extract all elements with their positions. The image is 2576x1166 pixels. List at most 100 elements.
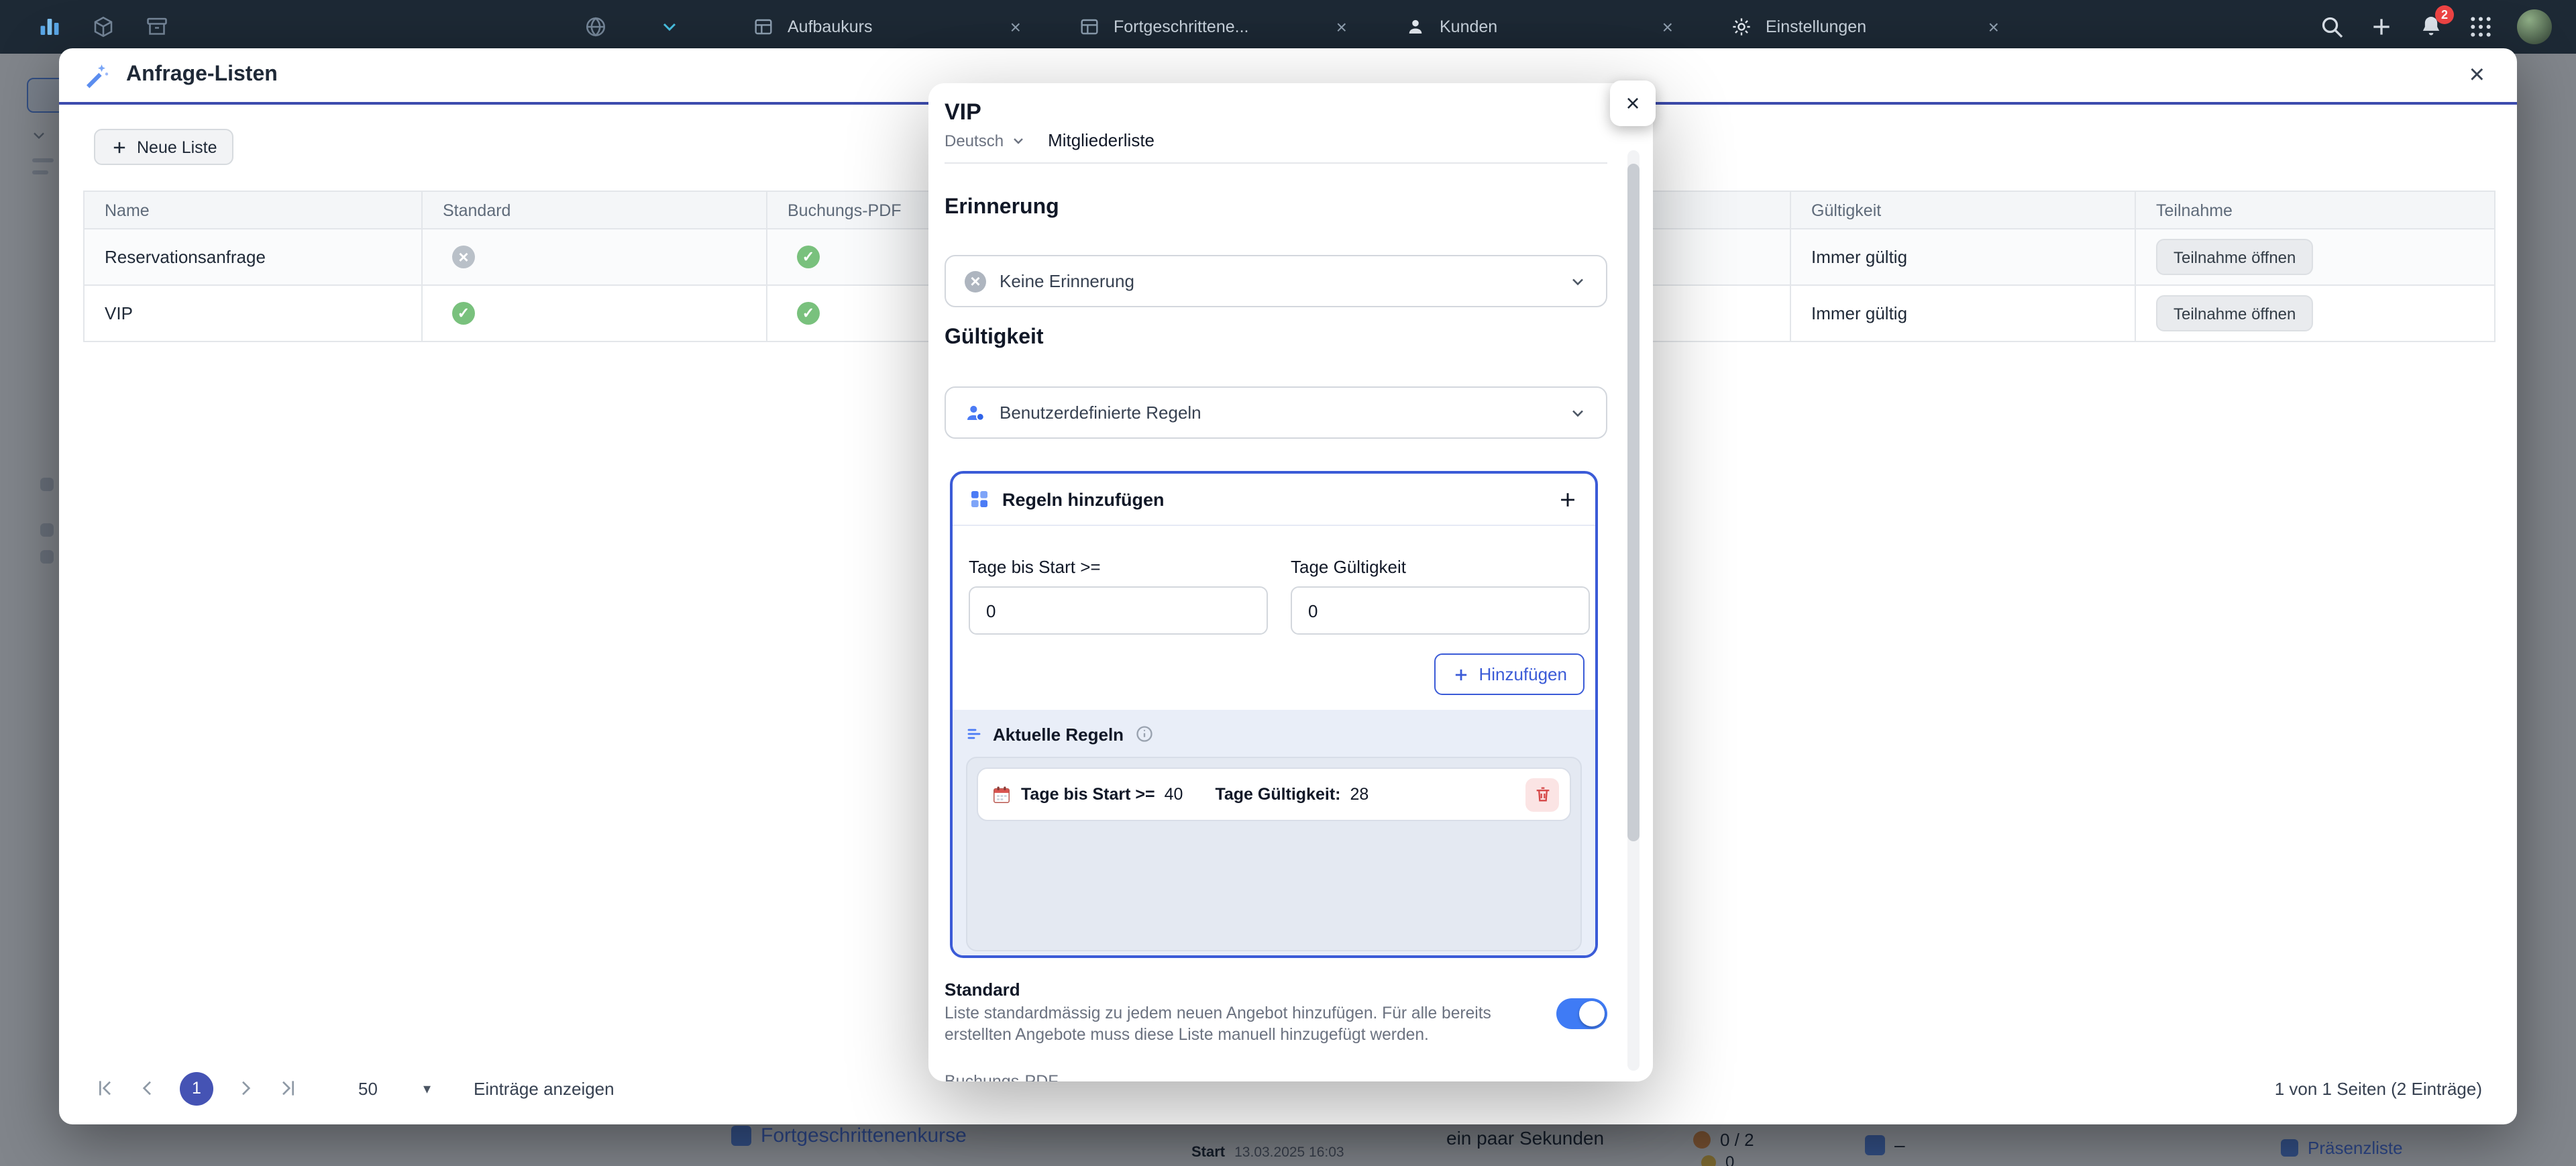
list-icon (966, 726, 982, 742)
user-rules-icon (965, 402, 986, 423)
gear-icon (1731, 16, 1752, 38)
rules-panel-header[interactable]: Regeln hinzufügen (953, 474, 1595, 526)
page-size-value: 50 (358, 1078, 378, 1098)
reminder-select[interactable]: Keine Erinnerung (945, 255, 1607, 307)
column-header-standard: Standard (423, 192, 767, 228)
vip-detail-modal: VIP Deutsch Mitgliederliste Erinnerung K… (928, 83, 1653, 1081)
column-header-name: Name (85, 192, 423, 228)
validity-value: Benutzerdefinierte Regeln (1000, 403, 1201, 423)
language-select[interactable]: Deutsch (945, 131, 1026, 150)
list-name-input[interactable]: Mitgliederliste (1048, 130, 1155, 150)
chevron-down-icon (1010, 132, 1026, 148)
tab-fortgeschrittene[interactable]: Fortgeschrittene... × (1065, 0, 1360, 54)
close-icon[interactable]: × (1336, 17, 1347, 36)
magic-wand-icon (83, 62, 110, 89)
topbar-right-icons: 2 (2318, 0, 2576, 54)
current-rules-title: Aktuelle Regeln (993, 724, 1124, 744)
tab-label: Kunden (1440, 17, 1649, 36)
delete-rule-button[interactable] (1525, 778, 1559, 811)
next-page-button[interactable] (235, 1077, 256, 1099)
status-icon (452, 246, 475, 268)
close-icon[interactable]: × (1988, 17, 1999, 36)
caret-down-icon: ▾ (423, 1079, 431, 1097)
reminder-heading: Erinnerung (945, 196, 1059, 220)
days-validity-label: Tage Gültigkeit (1291, 557, 1406, 577)
scrollbar-thumb[interactable] (1627, 164, 1640, 841)
close-icon[interactable]: × (1010, 17, 1021, 36)
tab-label: Einstellungen (1766, 17, 1975, 36)
status-icon (452, 302, 475, 325)
archive-icon[interactable] (145, 15, 169, 39)
days-until-start-label: Tage bis Start >= (969, 557, 1101, 577)
user-avatar[interactable] (2517, 9, 2552, 44)
validity-select[interactable]: Benutzerdefinierte Regeln (945, 386, 1607, 439)
bell-icon[interactable]: 2 (2418, 13, 2445, 40)
close-button[interactable]: × (2461, 60, 2493, 90)
table-icon (1079, 16, 1100, 38)
close-icon[interactable]: × (1662, 17, 1673, 36)
rule-value: 28 (1350, 785, 1369, 804)
reminder-value: Keine Erinnerung (1000, 271, 1134, 291)
standard-section: Standard Liste standardmässig zu jedem n… (945, 979, 1607, 1047)
status-icon (797, 302, 820, 325)
column-header-gueltigkeit: Gültigkeit (1791, 192, 2136, 228)
current-page-indicator[interactable]: 1 (180, 1071, 213, 1105)
column-header-teilnahme: Teilnahme (2136, 192, 2494, 228)
add-rule-button[interactable]: Hinzufügen (1434, 653, 1585, 695)
days-validity-input[interactable] (1291, 586, 1590, 635)
close-detail-button[interactable]: × (1610, 81, 1656, 126)
topbar-mid-icons (584, 0, 680, 54)
notification-badge: 2 (2435, 5, 2454, 24)
info-icon[interactable] (1134, 725, 1153, 743)
chevron-down-icon (1568, 272, 1587, 290)
tab-aufbaukurs[interactable]: Aufbaukurs × (739, 0, 1034, 54)
open-participation-button[interactable]: Teilnahme öffnen (2156, 239, 2313, 275)
days-until-start-input[interactable] (969, 586, 1268, 635)
page-size-select[interactable]: 50 ▾ (358, 1078, 431, 1098)
rules-panel-title: Regeln hinzufügen (1002, 489, 1165, 509)
rule-item: Tage bis Start >= 40 Tage Gültigkeit: 28 (977, 767, 1571, 821)
validity-value: Immer gültig (1791, 228, 2136, 284)
last-page-button[interactable] (278, 1077, 299, 1099)
tab-label: Aufbaukurs (788, 17, 997, 36)
screen: Aufbaukurs × Fortgeschrittene... × Kunde… (0, 0, 2576, 1166)
standard-toggle[interactable] (1556, 998, 1607, 1029)
entries-label: Einträge anzeigen (474, 1078, 614, 1098)
rule-value: 40 (1165, 785, 1183, 804)
current-rules-section: Aktuelle Regeln Tage bis Start >= 40 Tag… (953, 710, 1595, 955)
tab-bar: Aufbaukurs × Fortgeschrittene... × Kunde… (739, 0, 2043, 54)
tab-kunden[interactable]: Kunden × (1391, 0, 1686, 54)
users-icon (1405, 16, 1426, 38)
custom-rules-panel: Regeln hinzufügen Tage bis Start >= Tage… (950, 471, 1598, 958)
expand-rules-button[interactable] (1556, 488, 1579, 511)
list-name-row: Deutsch Mitgliederliste (945, 121, 1607, 164)
previous-page-button[interactable] (137, 1077, 158, 1099)
page-title: Anfrage-Listen (126, 63, 278, 87)
new-list-button[interactable]: Neue Liste (94, 129, 233, 165)
no-reminder-icon (965, 270, 986, 292)
language-value: Deutsch (945, 131, 1004, 150)
plus-icon[interactable] (2368, 13, 2395, 40)
rules-icon (969, 488, 990, 510)
globe-icon[interactable] (584, 15, 608, 39)
topbar-left-icons (38, 0, 169, 54)
tab-einstellungen[interactable]: Einstellungen × (1717, 0, 2012, 54)
chevron-down-icon[interactable] (659, 16, 680, 38)
app-logo-icon[interactable] (38, 15, 62, 39)
plus-icon (110, 138, 129, 156)
plus-icon (1452, 665, 1470, 684)
box-icon[interactable] (91, 15, 115, 39)
first-page-button[interactable] (94, 1077, 115, 1099)
tab-label: Fortgeschrittene... (1114, 17, 1323, 36)
open-participation-button[interactable]: Teilnahme öffnen (2156, 295, 2313, 331)
rule-label: Tage bis Start >= (1021, 785, 1155, 804)
list-name: VIP (85, 284, 423, 341)
clipped-next-section: Buchungs-PDF (945, 1072, 1059, 1081)
standard-heading: Standard (945, 979, 1513, 1000)
standard-text: Standard Liste standardmässig zu jedem n… (945, 979, 1513, 1047)
pagination-summary: 1 von 1 Seiten (2 Einträge) (2275, 1078, 2482, 1098)
validity-value: Immer gültig (1791, 284, 2136, 341)
search-icon[interactable] (2318, 13, 2345, 40)
new-list-label: Neue Liste (137, 138, 217, 156)
apps-grid-icon[interactable] (2467, 13, 2494, 40)
